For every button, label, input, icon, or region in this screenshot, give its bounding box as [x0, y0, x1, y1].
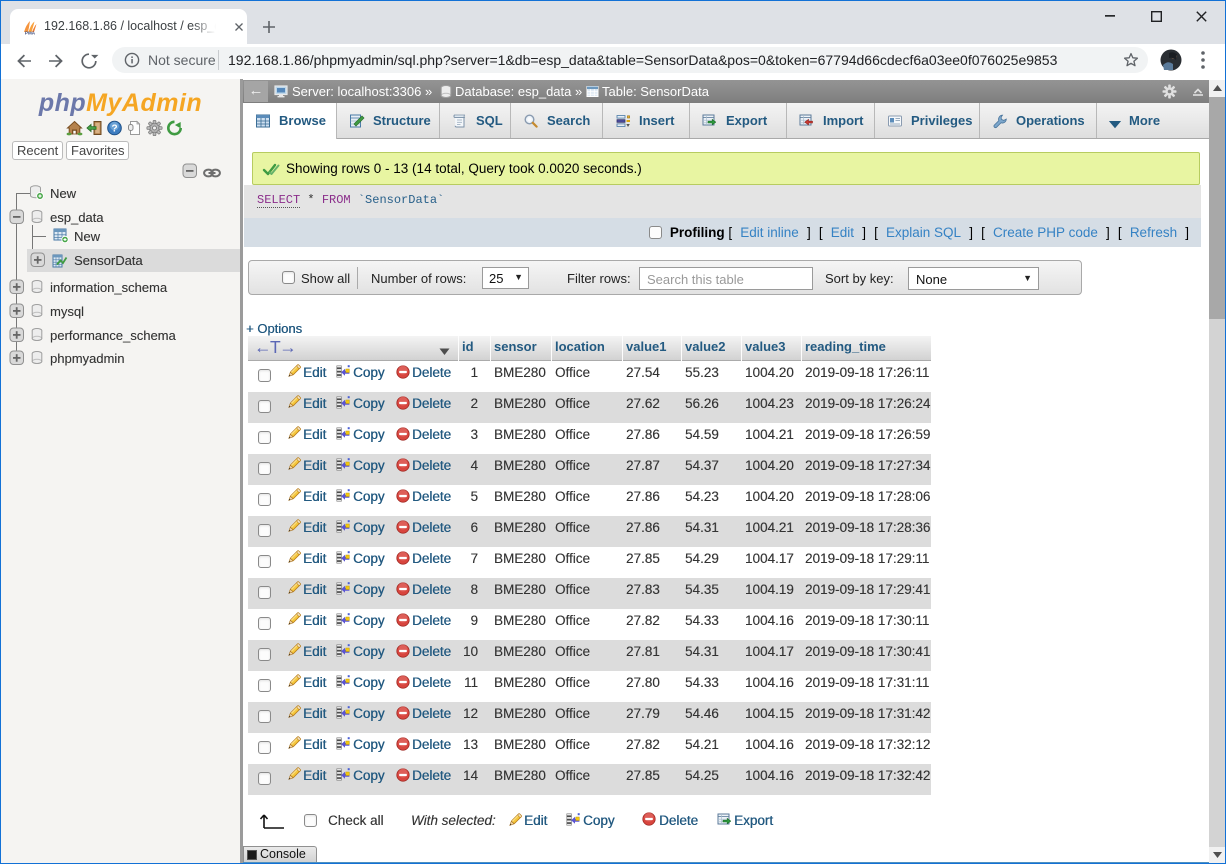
svg-text:?: ? [111, 123, 117, 134]
svg-text:PMA: PMA [25, 31, 36, 36]
